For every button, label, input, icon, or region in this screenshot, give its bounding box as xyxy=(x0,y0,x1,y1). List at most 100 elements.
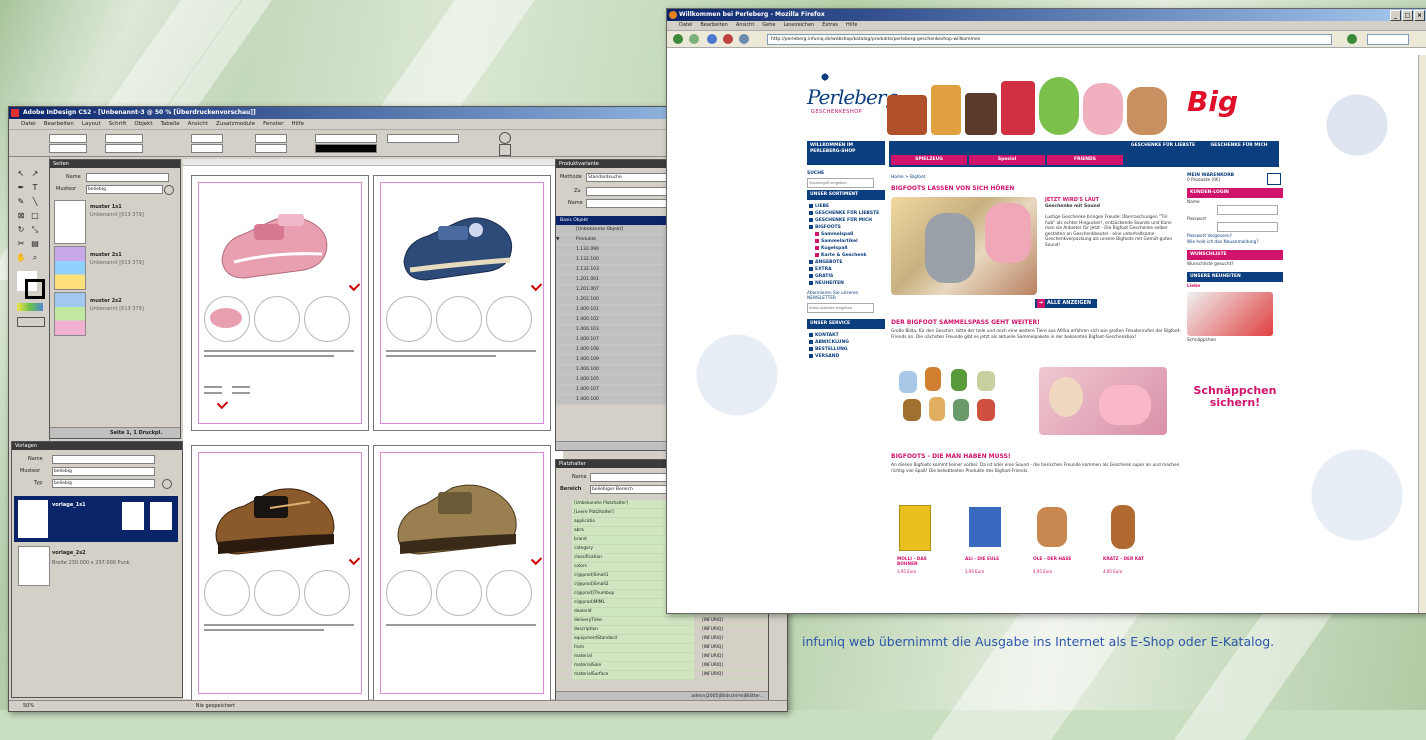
document-page[interactable] xyxy=(191,445,369,701)
document-page[interactable] xyxy=(191,175,369,431)
menu-go[interactable]: Gehe xyxy=(762,21,775,30)
type-tool-icon[interactable]: T xyxy=(29,183,41,193)
detail-circle[interactable] xyxy=(386,296,432,342)
back-icon[interactable] xyxy=(673,34,683,44)
zoom-level[interactable]: 50% xyxy=(23,703,34,709)
scissors-tool-icon[interactable]: ✂ xyxy=(15,239,27,249)
menu-file[interactable]: Datei xyxy=(21,119,36,129)
go-icon[interactable] xyxy=(1347,34,1357,44)
detail-circle[interactable] xyxy=(304,570,350,616)
rotate-tool-icon[interactable]: ↻ xyxy=(15,225,27,235)
y-field[interactable] xyxy=(49,144,87,153)
menu-view[interactable]: Ansicht xyxy=(188,119,208,129)
detail-circle[interactable] xyxy=(486,296,532,342)
menu-plugins[interactable]: Zusatzmodule xyxy=(216,119,255,129)
menu-help[interactable]: Hilfe xyxy=(292,119,305,129)
menu-bookmarks[interactable]: Lesezeichen xyxy=(784,21,815,30)
page-thumbnail[interactable] xyxy=(54,292,86,336)
cart-icon[interactable] xyxy=(1267,173,1281,185)
menu-table[interactable]: Tabelle xyxy=(160,119,179,129)
wishlist-text[interactable]: Wunschliste gesucht? xyxy=(1187,262,1283,268)
login-password-input[interactable] xyxy=(1217,222,1278,232)
reload-icon[interactable] xyxy=(707,34,717,44)
menu-layout[interactable]: Layout xyxy=(82,119,101,129)
gradient-tool-icon[interactable]: ▤ xyxy=(29,239,41,249)
bigfoot-figures-image[interactable] xyxy=(895,367,1031,427)
pen-tool-icon[interactable]: ✒ xyxy=(15,183,27,193)
stop-icon[interactable] xyxy=(723,34,733,44)
direct-select-tool-icon[interactable]: ↗ xyxy=(29,169,41,179)
page-thumbnail[interactable] xyxy=(54,200,86,244)
selection-tool-icon[interactable]: ↖ xyxy=(15,169,27,179)
product-name[interactable]: ALI - DIE EULE xyxy=(965,557,1009,562)
search-box[interactable] xyxy=(1367,34,1409,45)
menu-tools[interactable]: Extras xyxy=(822,21,838,30)
service-item[interactable]: KONTAKT xyxy=(807,332,885,339)
detail-circle[interactable] xyxy=(436,570,482,616)
search-icon[interactable] xyxy=(162,479,172,489)
tab-spezial[interactable]: Spezial xyxy=(969,155,1045,165)
menu-edit[interactable]: Bearbeiten xyxy=(44,119,74,129)
big-logo[interactable]: Big xyxy=(1187,85,1238,118)
news-subitem[interactable]: Schnäppchen xyxy=(1187,338,1283,344)
product-image[interactable] xyxy=(1111,505,1135,549)
height-field[interactable] xyxy=(105,144,143,153)
line-tool-icon[interactable]: ╲ xyxy=(29,197,41,207)
view-mode-icon[interactable] xyxy=(17,317,45,327)
service-item[interactable]: VERSAND xyxy=(807,353,885,360)
sidebar-search-input[interactable] xyxy=(807,178,874,188)
tab-friends[interactable]: FRIENDS xyxy=(1047,155,1123,165)
tab-spielzeug[interactable]: SPIELZEUG xyxy=(891,155,967,165)
object-style-field[interactable] xyxy=(387,134,459,143)
detail-circle[interactable] xyxy=(386,570,432,616)
bargain-promo[interactable]: Schnäppchen sichern! xyxy=(1187,385,1283,409)
browser-scrollbar[interactable] xyxy=(1418,55,1426,613)
shop-logo[interactable]: Perleberg xyxy=(807,85,898,109)
pages-name-input[interactable] xyxy=(86,173,169,182)
placeholder-row[interactable]: equipmentStandard [INFURIQ] xyxy=(556,635,768,644)
newsletter-input[interactable] xyxy=(807,303,874,313)
stroke-weight-field[interactable] xyxy=(315,134,377,143)
category-item[interactable]: GESCHENKE FÜR MICH xyxy=(807,217,885,224)
subcategory-item[interactable]: Sammelartikel xyxy=(807,238,885,245)
show-all-button[interactable]: ALLE ANZEIGEN xyxy=(1035,299,1098,308)
detail-circle[interactable] xyxy=(254,296,300,342)
document-page[interactable] xyxy=(373,175,551,431)
shear-field[interactable] xyxy=(255,144,287,153)
girl-with-bigfoots-image[interactable] xyxy=(1039,367,1167,435)
product-name[interactable]: OLE - DER HASE xyxy=(1033,557,1077,562)
pink-sandal-image[interactable] xyxy=(214,200,334,288)
stroke-swatch-icon[interactable] xyxy=(25,279,45,299)
stroke-type-field[interactable] xyxy=(315,144,377,153)
detail-circle[interactable] xyxy=(486,570,532,616)
document-canvas[interactable] xyxy=(183,159,563,701)
page-item-name[interactable]: muster 2s2 xyxy=(90,298,122,304)
rect-tool-icon[interactable]: □ xyxy=(29,211,41,221)
product-name[interactable]: KRATZ - DER KAT xyxy=(1103,557,1147,562)
service-item[interactable]: ABWICKLUNG xyxy=(807,339,885,346)
page-item-name[interactable]: muster 2s1 xyxy=(90,252,122,258)
document-page[interactable] xyxy=(373,445,551,701)
detail-circle[interactable] xyxy=(254,570,300,616)
register-link[interactable]: Wie hole ich das Neuanmeldung? xyxy=(1187,240,1283,246)
menu-window[interactable]: Fenster xyxy=(263,119,283,129)
maximize-icon[interactable]: □ xyxy=(1402,10,1413,21)
menu-help[interactable]: Hilfe xyxy=(846,21,857,30)
subcategory-item[interactable]: Karte & Geschenk xyxy=(807,252,885,259)
detail-circle[interactable] xyxy=(436,296,482,342)
scale-tool-icon[interactable]: ⤡ xyxy=(29,225,41,235)
frame-icon[interactable] xyxy=(499,144,511,156)
menu-file[interactable]: Datei xyxy=(679,21,692,30)
placeholder-row[interactable]: materialSurface [INFURIQ] xyxy=(556,671,768,680)
product-image[interactable] xyxy=(1037,507,1067,547)
blue-sandal-image[interactable] xyxy=(396,200,520,290)
templates-master-select[interactable]: beliebig xyxy=(52,467,155,476)
category-item[interactable]: GRATIS xyxy=(807,273,885,280)
khaki-shoe-image[interactable] xyxy=(392,476,522,562)
hand-tool-icon[interactable]: ✋ xyxy=(15,253,27,263)
brown-shoe-image[interactable] xyxy=(210,478,340,562)
category-item[interactable]: GESCHENKE FÜR LIEBSTE xyxy=(807,210,885,217)
product-name[interactable]: MOLLI - DAS BOHNEN xyxy=(897,557,941,567)
home-icon[interactable] xyxy=(739,34,749,44)
news-item[interactable]: Liebe xyxy=(1187,284,1283,290)
